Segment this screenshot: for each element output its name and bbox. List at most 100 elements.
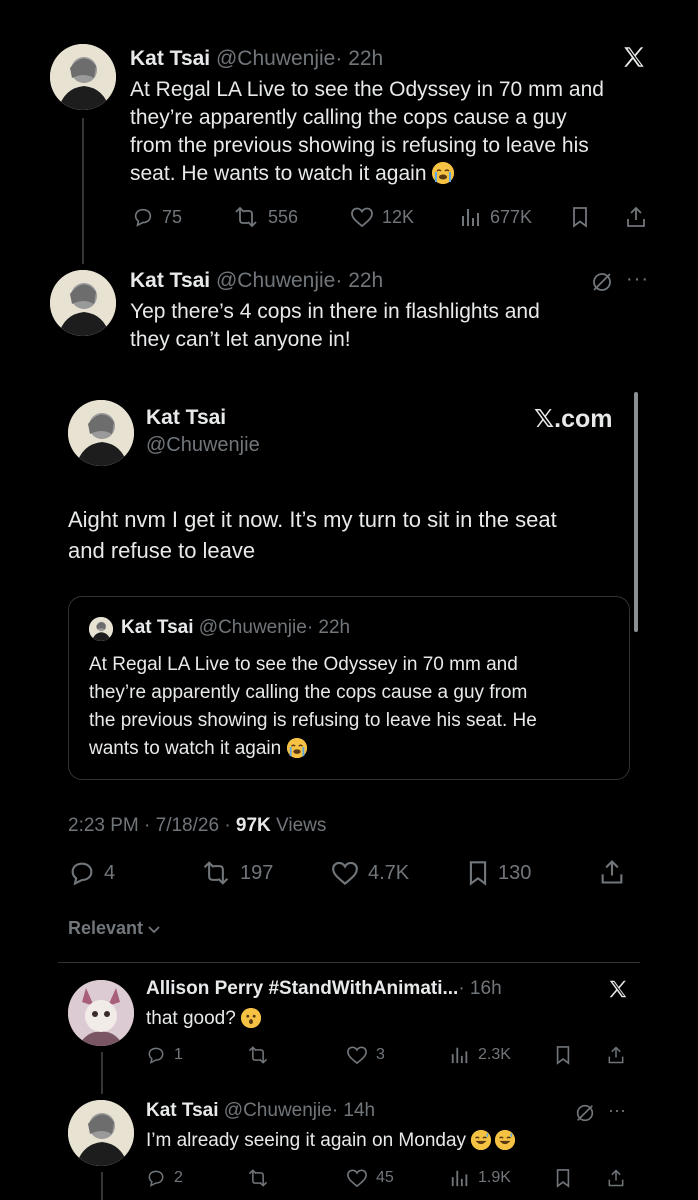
bookmark-button[interactable] (570, 206, 590, 228)
post-text: Yep there’s 4 cops in there in flashligh… (130, 300, 540, 351)
author-handle[interactable]: @Chuwenjie (224, 1100, 332, 1121)
grok-icon[interactable] (574, 1102, 596, 1129)
bookmark-button[interactable] (554, 1168, 572, 1188)
author-handle[interactable]: @Chuwenjie (146, 434, 260, 457)
like-button[interactable]: 45 (346, 1168, 394, 1188)
post-text: that good? (146, 1008, 262, 1030)
repost-icon (248, 1169, 268, 1187)
share-icon (608, 1046, 624, 1064)
reply-icon (148, 1047, 164, 1064)
avatar (89, 617, 113, 641)
tweet-header: Kat Tsai @Chuwenjie· 22h (130, 268, 383, 294)
chevron-down-icon (148, 925, 160, 933)
thread-line (82, 118, 84, 264)
grok-icon[interactable] (590, 270, 614, 299)
thread-line (101, 1172, 103, 1200)
divider (58, 962, 640, 963)
heart-icon (347, 1169, 367, 1188)
reply-button[interactable]: 4 (68, 859, 115, 887)
more-options-icon[interactable]: ··· (608, 1100, 626, 1121)
brand-label: 𝕏.com (534, 405, 613, 433)
post-timestamp: 2:23 PM · 7/18/26 · 97K Views (68, 815, 327, 836)
repost-button[interactable] (246, 1045, 270, 1065)
crying-emoji-icon (432, 162, 455, 184)
tweet-header: Kat Tsai @Chuwenjie· 22h (130, 46, 383, 72)
views-button[interactable]: 1.9K (450, 1168, 511, 1188)
author-name[interactable]: Kat Tsai (130, 47, 210, 70)
reply-icon (134, 208, 152, 227)
share-button[interactable] (606, 1044, 626, 1066)
author-name[interactable]: Kat Tsai (146, 406, 226, 430)
post-text: I’m already seeing it again on Monday (146, 1130, 516, 1152)
reply-button[interactable]: 75 (132, 206, 182, 228)
bookmark-icon (573, 207, 587, 228)
view-count[interactable]: 97K (236, 815, 271, 836)
avatar[interactable] (68, 980, 134, 1046)
x-logo-icon (606, 978, 630, 1005)
analytics-icon (451, 1047, 468, 1064)
tweet-header: Kat Tsai @Chuwenjie· 14h (146, 1100, 375, 1122)
author-name[interactable]: Kat Tsai (146, 1100, 219, 1121)
quoted-post[interactable]: Kat Tsai @Chuwenjie· 22h At Regal LA Liv… (68, 596, 630, 780)
quote-post-time: · 22h (306, 617, 351, 638)
heart-icon (347, 1046, 367, 1065)
reply-button[interactable]: 2 (146, 1168, 183, 1188)
post-time[interactable]: · 22h (335, 269, 383, 292)
bookmark-button[interactable]: 130 (466, 860, 531, 886)
avatar[interactable] (68, 1100, 134, 1166)
avatar[interactable] (50, 270, 116, 336)
post-time[interactable]: · 16h (458, 978, 501, 999)
bookmark-icon (556, 1046, 570, 1065)
repost-icon (235, 206, 257, 228)
quote-author-handle: @Chuwenjie (198, 617, 307, 638)
author-name[interactable]: Allison Perry #StandWithAnimati... (146, 978, 458, 999)
author-name[interactable]: Kat Tsai (130, 269, 210, 292)
heart-icon (351, 207, 373, 228)
quote-text: At Regal LA Live to see the Odyssey in 7… (89, 654, 537, 759)
repost-button[interactable]: 197 (200, 860, 273, 886)
sort-dropdown[interactable]: Relevant (68, 918, 161, 939)
avatar[interactable] (50, 44, 116, 110)
analytics-icon (462, 209, 479, 226)
sweat-smile-emoji-icon (495, 1130, 516, 1150)
like-button[interactable]: 3 (346, 1045, 385, 1065)
tweet-header: Allison Perry #StandWithAnimati...· 16h (146, 978, 502, 1000)
post-text: At Regal LA Live to see the Odyssey in 7… (130, 78, 604, 185)
bookmark-button[interactable] (554, 1045, 572, 1065)
share-button[interactable] (624, 205, 648, 229)
like-button[interactable]: 12K (350, 206, 414, 228)
author-handle[interactable]: @Chuwenjie (216, 47, 335, 70)
more-options-icon[interactable]: ··· (626, 268, 649, 291)
reply-button[interactable]: 1 (146, 1045, 183, 1065)
like-button[interactable]: 4.7K (330, 860, 409, 886)
repost-icon (248, 1046, 268, 1064)
reply-icon (148, 1170, 164, 1187)
sweat-smile-emoji-icon (471, 1130, 492, 1150)
analytics-icon (451, 1170, 468, 1187)
post-text: Aight nvm I get it now. It’s my turn to … (68, 507, 557, 563)
bookmark-icon (556, 1169, 570, 1188)
reply-icon (71, 862, 93, 886)
post-time[interactable]: · 22h (335, 47, 383, 70)
crying-emoji-icon (286, 738, 307, 758)
quote-author-name: Kat Tsai (121, 617, 194, 638)
author-handle[interactable]: @Chuwenjie (216, 269, 335, 292)
share-button[interactable] (606, 1167, 626, 1189)
hushed-emoji-icon (241, 1008, 262, 1028)
repost-button[interactable]: 556 (232, 206, 298, 228)
scroll-indicator[interactable] (634, 392, 638, 632)
avatar[interactable] (68, 400, 134, 466)
share-icon (627, 206, 645, 227)
share-icon (608, 1169, 624, 1187)
views-button[interactable]: 677K (460, 206, 532, 228)
bookmark-icon (469, 861, 487, 886)
thread-line (101, 1052, 103, 1094)
post-time[interactable]: · 14h (332, 1100, 375, 1121)
share-button[interactable] (598, 858, 626, 886)
heart-icon (332, 861, 358, 886)
x-logo-icon (620, 44, 648, 70)
repost-button[interactable] (246, 1168, 270, 1188)
views-button[interactable]: 2.3K (450, 1045, 511, 1065)
quote-header: Kat Tsai @Chuwenjie· 22h (121, 617, 350, 639)
repost-icon (203, 861, 229, 885)
